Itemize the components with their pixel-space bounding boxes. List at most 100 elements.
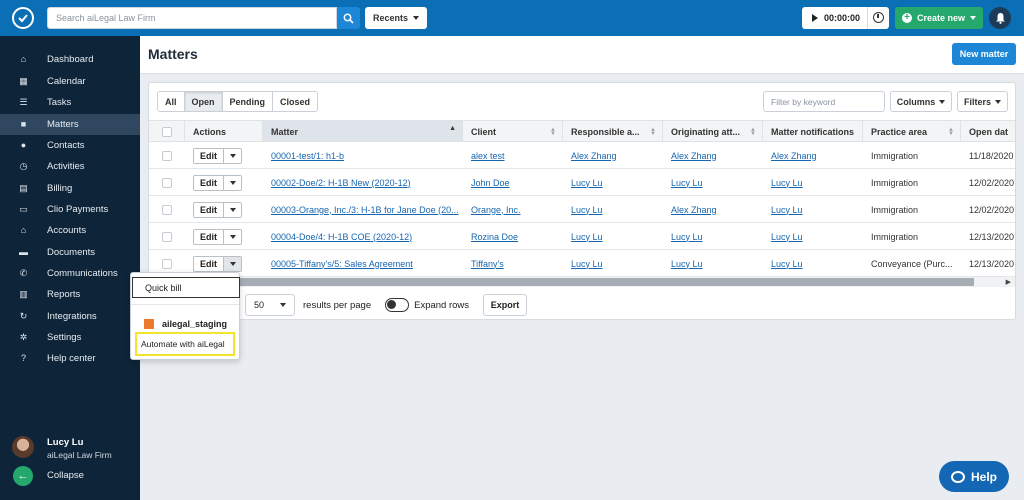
- scroll-right-icon[interactable]: ▶: [1006, 278, 1011, 286]
- collapse-label[interactable]: Collapse: [47, 470, 84, 481]
- sidebar-item-integrations[interactable]: ↻ Integrations: [0, 306, 140, 327]
- sidebar-item-documents[interactable]: ▬ Documents: [0, 242, 140, 263]
- sidebar-item-settings[interactable]: ✲ Settings: [0, 327, 140, 348]
- sidebar-item-communications[interactable]: ✆ Communications: [0, 263, 140, 284]
- search-button[interactable]: [337, 7, 360, 29]
- sidebar-item-label: Settings: [47, 332, 82, 343]
- client-link[interactable]: alex test: [471, 151, 505, 161]
- client-link[interactable]: John Doe: [471, 178, 510, 188]
- tab-all[interactable]: All: [158, 92, 185, 111]
- edit-button[interactable]: Edit: [194, 256, 224, 271]
- automate-with-ailegal-menu-item[interactable]: Automate with aiLegal: [135, 332, 235, 356]
- tab-pending[interactable]: Pending: [222, 92, 274, 111]
- table-header: Actions Matter ▲ Client ▲ ▼ Responsible a..…: [149, 120, 1015, 142]
- column-header-responsible[interactable]: Responsible a... ▲ ▼: [563, 121, 663, 142]
- notifications-link[interactable]: Lucy Lu: [771, 259, 803, 269]
- user-profile[interactable]: Lucy Lu aiLegal Law Firm: [12, 436, 112, 460]
- matter-link[interactable]: 00003-Orange, Inc./3: H-1B for Jane Doe …: [271, 205, 459, 215]
- new-matter-button[interactable]: New matter: [952, 43, 1016, 65]
- sidebar-item-help-center[interactable]: ? Help center: [0, 348, 140, 369]
- edit-button[interactable]: Edit: [194, 202, 224, 217]
- columns-button[interactable]: Columns: [890, 91, 952, 112]
- matter-link[interactable]: 00005-Tiffany's/5: Sales Agreement: [271, 259, 413, 269]
- client-link[interactable]: Tiffany's: [471, 259, 504, 269]
- clock-icon[interactable]: [873, 12, 884, 23]
- timer-widget[interactable]: 00:00:00: [802, 7, 889, 29]
- sidebar-item-dashboard[interactable]: ⌂ Dashboard: [0, 49, 140, 70]
- help-button[interactable]: Help: [939, 461, 1009, 492]
- filter-keyword-input[interactable]: [763, 91, 885, 112]
- avatar[interactable]: [12, 436, 34, 458]
- column-header-open-date[interactable]: Open dat: [961, 121, 1015, 142]
- clio-logo-icon[interactable]: [12, 7, 34, 29]
- horizontal-scrollbar[interactable]: ▶: [149, 277, 1015, 287]
- plus-icon: +: [901, 13, 912, 23]
- sidebar-item-calendar[interactable]: ▦ Calendar: [0, 71, 140, 92]
- sidebar-item-tasks[interactable]: ☰ Tasks: [0, 92, 140, 113]
- select-all-checkbox[interactable]: [161, 126, 172, 137]
- client-link[interactable]: Rozina Doe: [471, 232, 518, 242]
- edit-dropdown-toggle[interactable]: [224, 229, 241, 244]
- sidebar-item-contacts[interactable]: ● Contacts: [0, 135, 140, 156]
- question-icon: ?: [20, 353, 26, 363]
- edit-dropdown-toggle[interactable]: [224, 202, 241, 217]
- row-checkbox[interactable]: [162, 150, 172, 161]
- create-new-label: Create new: [916, 13, 966, 23]
- play-icon[interactable]: [812, 14, 818, 22]
- edit-button[interactable]: Edit: [194, 148, 224, 163]
- responsible-link[interactable]: Lucy Lu: [571, 232, 603, 242]
- notifications-link[interactable]: Lucy Lu: [771, 178, 803, 188]
- row-checkbox[interactable]: [162, 231, 172, 242]
- sidebar-item-matters[interactable]: ■ Matters: [0, 114, 140, 135]
- client-link[interactable]: Orange, Inc.: [471, 205, 521, 215]
- chevron-down-icon: [229, 153, 236, 158]
- notifications-link[interactable]: Lucy Lu: [771, 232, 803, 242]
- originating-link[interactable]: Lucy Lu: [671, 178, 703, 188]
- row-checkbox[interactable]: [162, 177, 172, 188]
- create-new-button[interactable]: + Create new: [895, 7, 983, 29]
- recents-label: Recents: [372, 13, 408, 23]
- row-checkbox[interactable]: [162, 258, 172, 269]
- edit-button[interactable]: Edit: [194, 175, 224, 190]
- results-per-page-select[interactable]: 50: [245, 294, 295, 316]
- sidebar-item-accounts[interactable]: ⌂ Accounts: [0, 220, 140, 241]
- matter-link[interactable]: 00001-test/1: h1-b: [271, 151, 344, 161]
- search-input[interactable]: [47, 7, 337, 29]
- sort-asc-icon: ▲: [449, 125, 456, 132]
- originating-link[interactable]: Alex Zhang: [671, 151, 717, 161]
- recents-button[interactable]: Recents: [365, 7, 427, 29]
- notifications-button[interactable]: [989, 7, 1011, 29]
- notifications-link[interactable]: Alex Zhang: [771, 151, 817, 161]
- matter-link[interactable]: 00004-Doe/4: H-1B COE (2020-12): [271, 232, 412, 242]
- originating-link[interactable]: Lucy Lu: [671, 259, 703, 269]
- quick-bill-menu-item[interactable]: Quick bill: [132, 277, 240, 298]
- sidebar-item-reports[interactable]: ▥ Reports: [0, 284, 140, 305]
- responsible-link[interactable]: Lucy Lu: [571, 205, 603, 215]
- responsible-link[interactable]: Lucy Lu: [571, 178, 603, 188]
- export-button[interactable]: Export: [483, 294, 528, 316]
- tab-open[interactable]: Open: [184, 92, 223, 111]
- collapse-button[interactable]: ←: [13, 466, 33, 486]
- responsible-link[interactable]: Lucy Lu: [571, 259, 603, 269]
- scrollbar-thumb[interactable]: [149, 278, 974, 286]
- expand-rows-toggle[interactable]: [385, 298, 410, 312]
- responsible-link[interactable]: Alex Zhang: [571, 151, 617, 161]
- row-checkbox[interactable]: [162, 204, 172, 215]
- matter-link[interactable]: 00002-Doe/2: H-1B New (2020-12): [271, 178, 411, 188]
- column-header-originating[interactable]: Originating att... ▲ ▼: [663, 121, 763, 142]
- column-header-practice-area[interactable]: Practice area ▲ ▼: [863, 121, 961, 142]
- notifications-link[interactable]: Lucy Lu: [771, 205, 803, 215]
- originating-link[interactable]: Alex Zhang: [671, 205, 717, 215]
- originating-link[interactable]: Lucy Lu: [671, 232, 703, 242]
- filters-button[interactable]: Filters: [957, 91, 1008, 112]
- edit-dropdown-toggle[interactable]: [224, 175, 241, 190]
- column-header-client[interactable]: Client ▲ ▼: [463, 121, 563, 142]
- tab-closed[interactable]: Closed: [273, 92, 318, 111]
- sidebar-item-activities[interactable]: ◷ Activities: [0, 156, 140, 177]
- column-header-matter[interactable]: Matter ▲: [263, 121, 463, 142]
- edit-dropdown-toggle[interactable]: [224, 148, 241, 163]
- edit-button[interactable]: Edit: [194, 229, 224, 244]
- sidebar-item-clio-payments[interactable]: ▭ Clio Payments: [0, 199, 140, 220]
- sidebar-item-billing[interactable]: ▤ Billing: [0, 178, 140, 199]
- edit-dropdown-toggle[interactable]: [224, 256, 241, 271]
